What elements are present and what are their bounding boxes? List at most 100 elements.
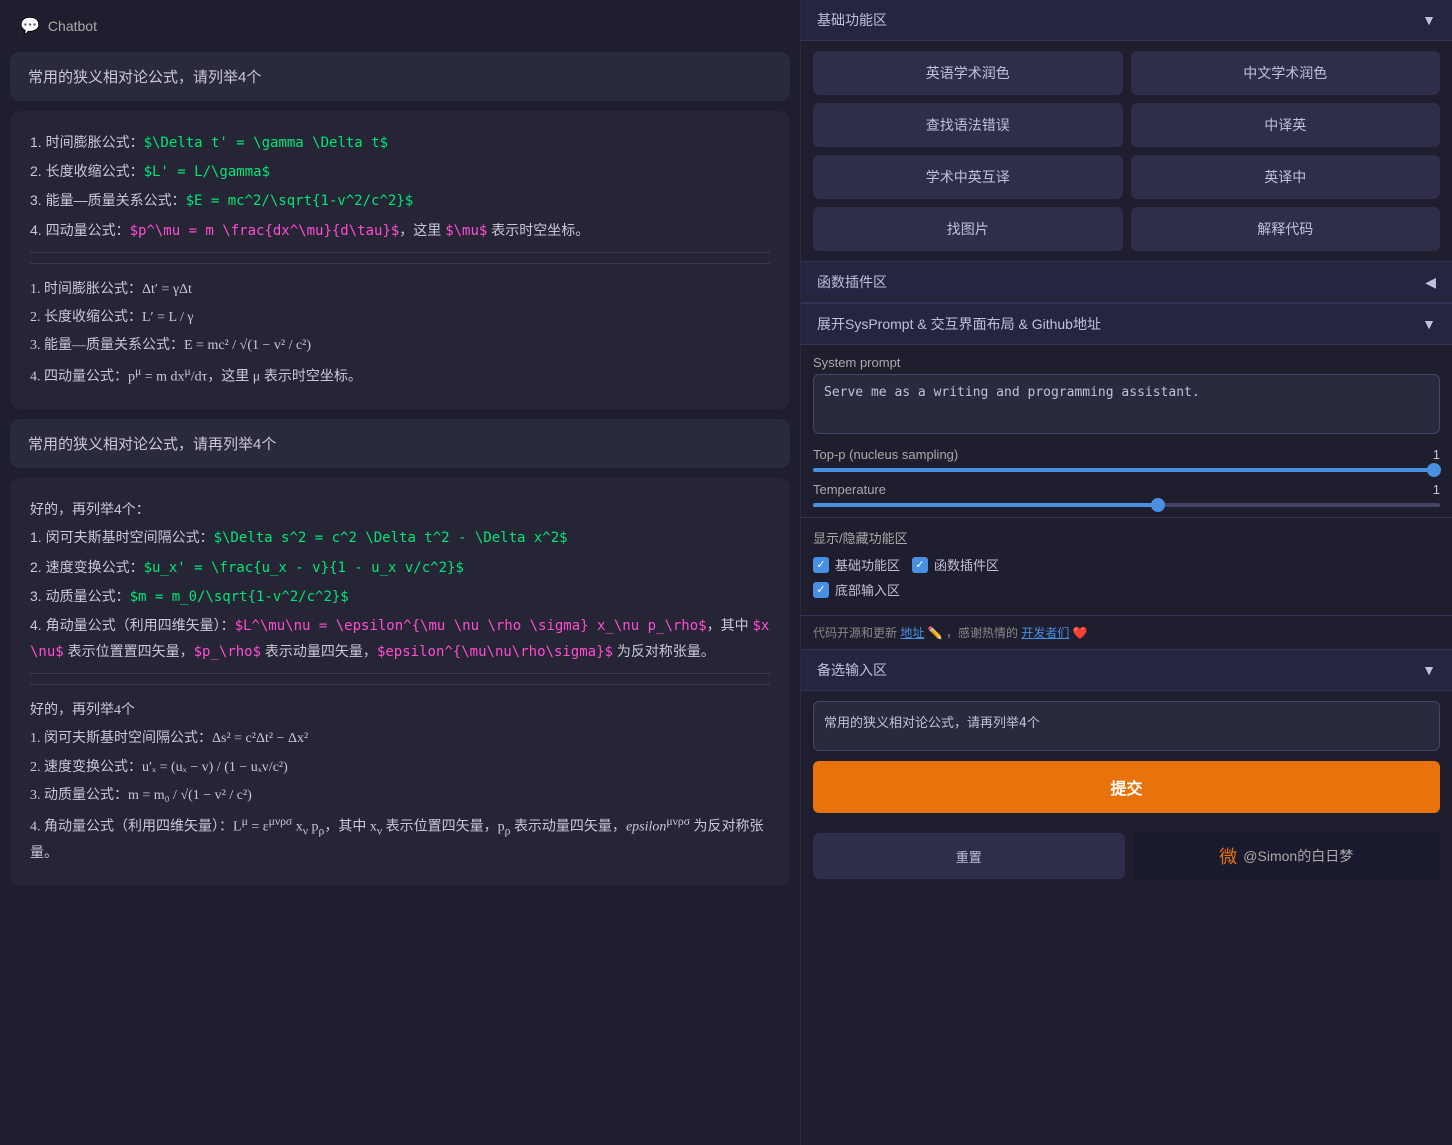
user-message-2-text: 常用的狭义相对论公式，请再列举4个 [28, 436, 276, 453]
chat-panel: 💬 Chatbot 常用的狭义相对论公式，请列举4个 1. 时间膨胀公式：$\D… [0, 0, 800, 1145]
btn-grammar-check[interactable]: 查找语法错误 [813, 103, 1123, 147]
basic-functions-title: 基础功能区 [817, 10, 887, 30]
plugin-title: 函数插件区 [817, 272, 887, 292]
basic-functions-toggle-icon[interactable]: ▼ [1422, 12, 1436, 28]
user-message-1: 常用的狭义相对论公式，请列举4个 [10, 52, 790, 101]
open-source-row: 代码开源和更新 地址 ✏️ ，感谢热情的 开发者们 ❤️ [801, 615, 1452, 649]
open-source-link[interactable]: 地址 [900, 626, 924, 640]
heart-icon: ❤️ [1073, 626, 1088, 640]
checkbox-row-2: ✓ 底部输入区 [813, 580, 1440, 599]
open-source-middle: ✏️ ，感谢热情的 [928, 626, 1018, 640]
rendered-1-l4: 4. 四动量公式：pμ = m dxμ/dτ，这里 μ 表示时空坐标。 [30, 361, 770, 390]
alt-input-header: 备选输入区 ▼ [801, 650, 1452, 691]
alt-input-section: 备选输入区 ▼ 常用的狭义相对论公式，请再列举4个 提交 [801, 649, 1452, 823]
btn-find-image[interactable]: 找图片 [813, 207, 1123, 251]
app-title: Chatbot [48, 18, 97, 34]
temperature-row: Temperature 1 [813, 482, 1440, 497]
sys-prompt-toggle-icon[interactable]: ▼ [1422, 316, 1436, 332]
checkbox-row-1: ✓ 基础功能区 ✓ 函数插件区 [813, 555, 1440, 574]
right-panel: 基础功能区 ▼ 英语学术润色 中文学术润色 查找语法错误 中译英 学术中英互译 … [800, 0, 1452, 1145]
check-icon-basic: ✓ [816, 558, 825, 571]
ai-msg2-line3: 3. 动质量公式：$m = m_0/\sqrt{1-v^2/c^2}$ [30, 584, 770, 610]
watermark: 微 @Simon的白日梦 [1133, 833, 1441, 879]
sys-prompt-label: System prompt [813, 355, 1440, 370]
temperature-group: Temperature 1 [813, 482, 1440, 507]
rendered-2-intro: 好的，再列举4个 [30, 698, 770, 723]
rendered-2-l3: 3. 动质量公式：m = m₀ / √(1 − v² / c²) [30, 783, 770, 808]
basic-functions-grid: 英语学术润色 中文学术润色 查找语法错误 中译英 学术中英互译 英译中 找图片 … [801, 41, 1452, 261]
show-hide-section: 显示/隐藏功能区 ✓ 基础功能区 ✓ 函数插件区 [801, 517, 1452, 615]
sys-prompt-group: System prompt Serve me as a writing and … [813, 355, 1440, 437]
alt-input-content: 常用的狭义相对论公式，请再列举4个 提交 [801, 691, 1452, 823]
divider-1 [30, 252, 770, 253]
ai-msg1-line2: 2. 长度收缩公式：$L' = L/\gamma$ [30, 159, 770, 185]
plugin-toggle-icon[interactable]: ◀ [1425, 274, 1436, 291]
user-message-1-text: 常用的狭义相对论公式，请列举4个 [28, 69, 261, 86]
checkbox-bottom-box[interactable]: ✓ [813, 582, 829, 598]
ai-msg2-intro: 好的，再列举4个： [30, 497, 770, 522]
sys-prompt-content: System prompt Serve me as a writing and … [801, 345, 1452, 517]
temperature-slider[interactable] [813, 503, 1440, 507]
top-p-slider[interactable] [813, 468, 1440, 472]
temperature-value: 1 [1416, 482, 1440, 497]
checkbox-basic[interactable]: ✓ 基础功能区 [813, 555, 900, 574]
ai-msg1-line1: 1. 时间膨胀公式：$\Delta t' = \gamma \Delta t$ [30, 130, 770, 156]
ai-msg2-line1: 1. 闵可夫斯基时空间隔公式：$\Delta s^2 = c^2 \Delta … [30, 525, 770, 551]
check-icon-plugin: ✓ [915, 558, 924, 571]
basic-functions-header: 基础功能区 ▼ [801, 0, 1452, 41]
sys-prompt-header: 展开SysPrompt & 交互界面布局 & Github地址 ▼ [801, 304, 1452, 345]
btn-explain-code[interactable]: 解释代码 [1131, 207, 1441, 251]
ai-msg2-line4: 4. 角动量公式（利用四维矢量）：$L^\mu\nu = \epsilon^{\… [30, 613, 770, 665]
check-icon-bottom: ✓ [816, 583, 825, 596]
contributor-link[interactable]: 开发者们 [1021, 626, 1069, 640]
bottom-action-row: 重置 微 @Simon的白日梦 [801, 823, 1452, 889]
rendered-2-l2: 2. 速度变换公式：u′ₓ = (uₓ − v) / (1 − uₓv/c²) [30, 755, 770, 780]
plugin-section: 函数插件区 ◀ [801, 261, 1452, 303]
checkbox-plugin[interactable]: ✓ 函数插件区 [912, 555, 999, 574]
top-p-group: Top-p (nucleus sampling) 1 [813, 447, 1440, 472]
open-source-text: 代码开源和更新 [813, 626, 897, 640]
checkbox-bottom[interactable]: ✓ 底部输入区 [813, 580, 900, 599]
btn-zh-to-en[interactable]: 中译英 [1131, 103, 1441, 147]
btn-en-to-zh[interactable]: 英译中 [1131, 155, 1441, 199]
watermark-text: @Simon的白日梦 [1243, 846, 1353, 866]
btn-zh-academic[interactable]: 中文学术润色 [1131, 51, 1441, 95]
checkbox-basic-box[interactable]: ✓ [813, 557, 829, 573]
rendered-block-1: 1. 时间膨胀公式：Δt′ = γΔt 2. 长度收缩公式：L′ = L / γ… [30, 263, 770, 390]
btn-en-academic[interactable]: 英语学术润色 [813, 51, 1123, 95]
btn-academic-mutual[interactable]: 学术中英互译 [813, 155, 1123, 199]
divider-2 [30, 673, 770, 674]
ai-msg1-line4: 4. 四动量公式：$p^\mu = m \frac{dx^\mu}{d\tau}… [30, 218, 770, 244]
rendered-1-l3: 3. 能量—质量关系公式：E = mc² / √(1 − v² / c²) [30, 333, 770, 358]
top-p-row: Top-p (nucleus sampling) 1 [813, 447, 1440, 462]
checkbox-bottom-label: 底部输入区 [835, 580, 900, 599]
ai-message-1: 1. 时间膨胀公式：$\Delta t' = \gamma \Delta t$ … [10, 111, 790, 409]
alt-input-textarea[interactable]: 常用的狭义相对论公式，请再列举4个 [813, 701, 1440, 751]
rendered-1-l1: 1. 时间膨胀公式：Δt′ = γΔt [30, 277, 770, 302]
submit-button[interactable]: 提交 [813, 761, 1440, 813]
rendered-2-l4: 4. 角动量公式（利用四维矢量）：Lμ = εμνρσ xν pρ，其中 xν … [30, 811, 770, 867]
checkbox-basic-label: 基础功能区 [835, 555, 900, 574]
show-hide-label: 显示/隐藏功能区 [813, 528, 1440, 547]
checkbox-plugin-box[interactable]: ✓ [912, 557, 928, 573]
rendered-1-l2: 2. 长度收缩公式：L′ = L / γ [30, 305, 770, 330]
user-message-2: 常用的狭义相对论公式，请再列举4个 [10, 419, 790, 468]
rendered-2-l1: 1. 闵可夫斯基时空间隔公式：Δs² = c²Δt² − Δx² [30, 726, 770, 751]
chat-icon: 💬 [20, 16, 40, 36]
ai-msg2-line2: 2. 速度变换公式：$u_x' = \frac{u_x - v}{1 - u_x… [30, 555, 770, 581]
top-p-value: 1 [1416, 447, 1440, 462]
alt-input-title: 备选输入区 [817, 660, 887, 680]
checkbox-plugin-label: 函数插件区 [934, 555, 999, 574]
alt-input-toggle-icon[interactable]: ▼ [1422, 662, 1436, 678]
top-p-label: Top-p (nucleus sampling) [813, 447, 973, 462]
weibo-icon: 微 [1219, 843, 1237, 869]
app-header: 💬 Chatbot [10, 10, 790, 42]
temperature-label: Temperature [813, 482, 973, 497]
ai-msg1-line3: 3. 能量—质量关系公式：$E = mc^2/\sqrt{1-v^2/c^2}$ [30, 188, 770, 214]
rendered-block-2: 好的，再列举4个 1. 闵可夫斯基时空间隔公式：Δs² = c²Δt² − Δx… [30, 684, 770, 866]
reset-button[interactable]: 重置 [813, 833, 1125, 879]
sys-prompt-title: 展开SysPrompt & 交互界面布局 & Github地址 [817, 314, 1101, 334]
ai-message-2: 好的，再列举4个： 1. 闵可夫斯基时空间隔公式：$\Delta s^2 = c… [10, 478, 790, 886]
sys-prompt-section: 展开SysPrompt & 交互界面布局 & Github地址 ▼ System… [801, 303, 1452, 649]
sys-prompt-textarea[interactable]: Serve me as a writing and programming as… [813, 374, 1440, 434]
